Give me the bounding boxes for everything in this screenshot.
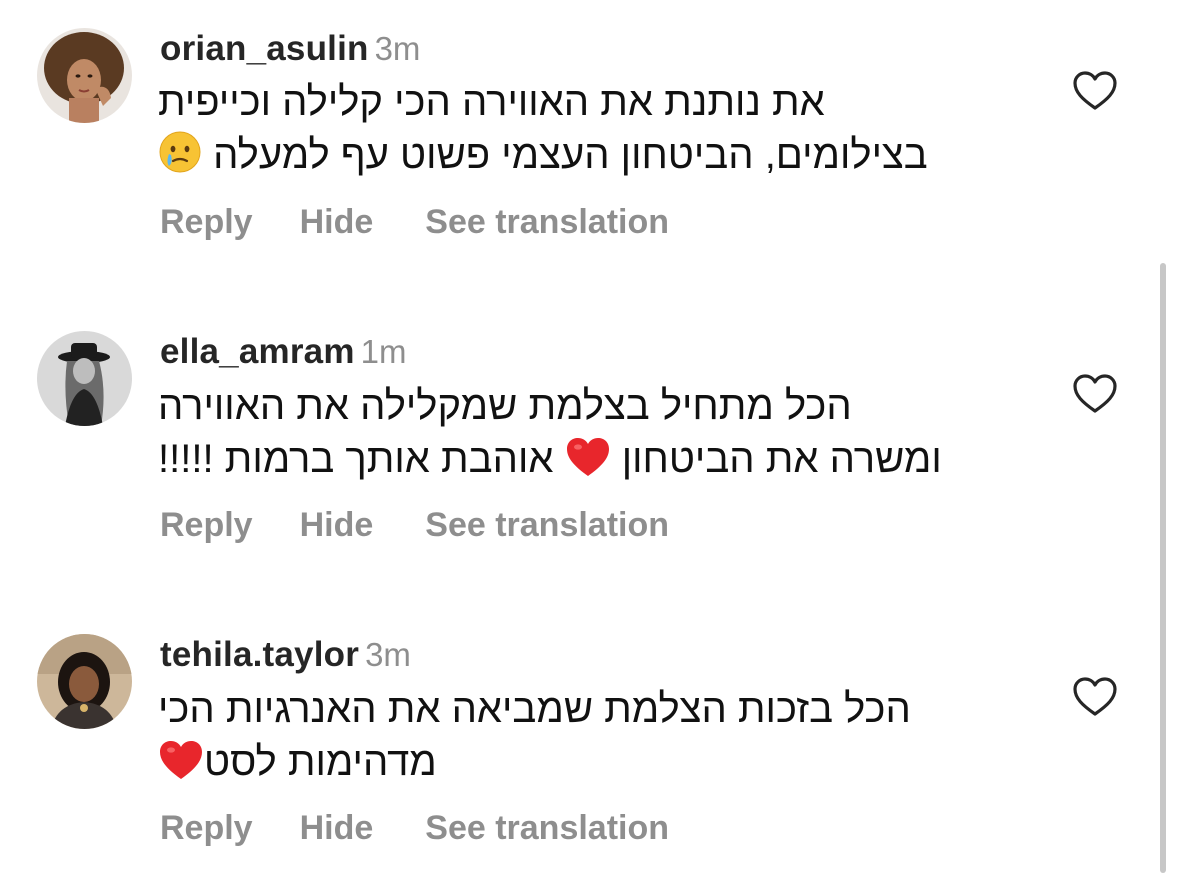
red-heart-icon <box>565 436 611 492</box>
comment-line-text: מדהימות לסט <box>204 740 437 784</box>
heart-icon[interactable] <box>1072 70 1118 112</box>
comment-line: הכל מתחיל בצלמת שמקלילה את האווירה <box>158 384 852 428</box>
crying-face-icon <box>158 130 202 188</box>
red-heart-icon <box>158 739 204 795</box>
username[interactable]: ella_amram <box>160 332 355 371</box>
comment-line-text: בצילומים, הביטחון העצמי פשוט עף למעלה <box>213 133 928 177</box>
comment-actions: Reply Hide See translation <box>160 205 669 239</box>
comment-text: את נותנת את האווירה הכי קלילה וכייפית בצ… <box>158 76 1018 188</box>
comment-actions: Reply Hide See translation <box>160 811 669 845</box>
comment-line: ומשרה את הביטחון אוהבת אותך ברמות !!!!! <box>158 433 1018 492</box>
hide-button[interactable]: Hide <box>300 205 374 239</box>
comment-line: בצילומים, הביטחון העצמי פשוט עף למעלה <box>158 129 1018 188</box>
avatar[interactable] <box>37 634 132 729</box>
reply-button[interactable]: Reply <box>160 811 253 845</box>
comment-actions: Reply Hide See translation <box>160 508 669 542</box>
heart-icon[interactable] <box>1072 373 1118 415</box>
timestamp: 3m <box>374 30 421 67</box>
hide-button[interactable]: Hide <box>300 508 374 542</box>
see-translation-button[interactable]: See translation <box>425 205 669 239</box>
hide-button[interactable]: Hide <box>300 811 374 845</box>
avatar[interactable] <box>37 28 132 123</box>
comment-line-text: אוהבת אותך ברמות !!!!! <box>158 437 554 481</box>
avatar[interactable] <box>37 331 132 426</box>
username[interactable]: tehila.taylor <box>160 635 359 674</box>
heart-icon[interactable] <box>1072 676 1118 718</box>
comment-text: הכל בזכות הצלמת שמביאה את האנרגיות הכי מ… <box>158 683 1018 795</box>
comment-line: את נותנת את האווירה הכי קלילה וכייפית <box>158 80 825 124</box>
comments-page: orian_asulin 3m את נותנת את האווירה הכי ק… <box>0 0 1179 881</box>
reply-button[interactable]: Reply <box>160 205 253 239</box>
comment-line: מדהימות לסט <box>158 736 1018 795</box>
timestamp: 3m <box>365 636 411 673</box>
reply-button[interactable]: Reply <box>160 508 253 542</box>
username[interactable]: orian_asulin <box>160 29 369 68</box>
see-translation-button[interactable]: See translation <box>425 811 669 845</box>
timestamp: 1m <box>360 333 407 370</box>
scrollbar[interactable] <box>1160 263 1166 873</box>
comment-line: הכל בזכות הצלמת שמביאה את האנרגיות הכי <box>158 687 911 731</box>
comment-text: הכל מתחיל בצלמת שמקלילה את האווירה ומשרה… <box>158 380 1018 492</box>
comment-line-text: ומשרה את הביטחון <box>621 437 942 481</box>
see-translation-button[interactable]: See translation <box>425 508 669 542</box>
